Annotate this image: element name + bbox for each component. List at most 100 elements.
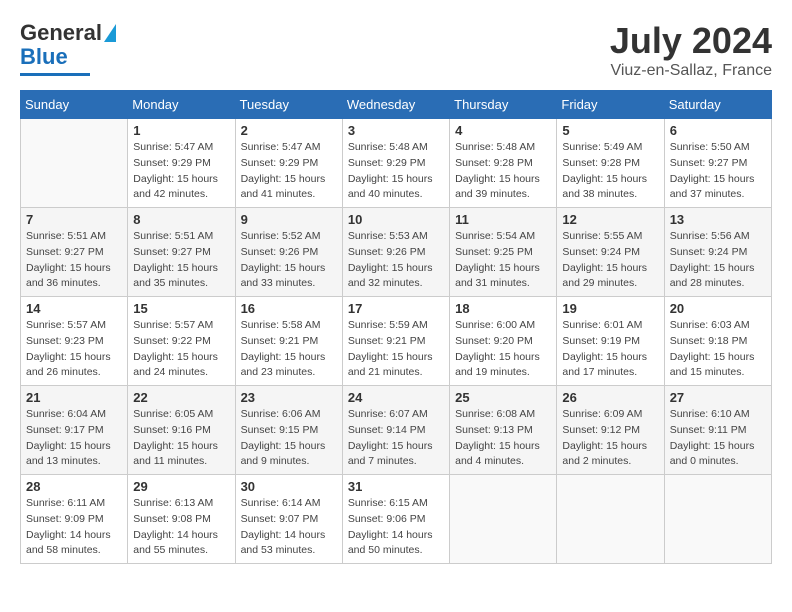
day-number: 2 bbox=[241, 123, 337, 138]
day-info: Sunrise: 5:52 AMSunset: 9:26 PMDaylight:… bbox=[241, 229, 337, 292]
calendar-cell bbox=[21, 119, 128, 208]
day-number: 13 bbox=[670, 212, 766, 227]
logo: General Blue bbox=[20, 20, 116, 76]
day-number: 30 bbox=[241, 479, 337, 494]
calendar-cell: 21 Sunrise: 6:04 AMSunset: 9:17 PMDayligh… bbox=[21, 386, 128, 475]
calendar-table: SundayMondayTuesdayWednesdayThursdayFrid… bbox=[20, 90, 772, 564]
day-info: Sunrise: 5:57 AMSunset: 9:23 PMDaylight:… bbox=[26, 318, 122, 381]
day-number: 5 bbox=[562, 123, 658, 138]
day-info: Sunrise: 5:48 AMSunset: 9:29 PMDaylight:… bbox=[348, 140, 444, 203]
day-number: 3 bbox=[348, 123, 444, 138]
calendar-cell: 14 Sunrise: 5:57 AMSunset: 9:23 PMDayligh… bbox=[21, 297, 128, 386]
day-info: Sunrise: 5:48 AMSunset: 9:28 PMDaylight:… bbox=[455, 140, 551, 203]
calendar-cell: 12Sunrise: 5:55 AMSunset: 9:24 PMDayligh… bbox=[557, 208, 664, 297]
calendar-cell: 27 Sunrise: 6:10 AMSunset: 9:11 PMDayligh… bbox=[664, 386, 771, 475]
day-info: Sunrise: 5:51 AMSunset: 9:27 PMDaylight:… bbox=[26, 229, 122, 292]
calendar-cell: 4Sunrise: 5:48 AMSunset: 9:28 PMDaylight… bbox=[450, 119, 557, 208]
logo-text-general: General bbox=[20, 20, 102, 46]
day-number: 20 bbox=[670, 301, 766, 316]
day-info: Sunrise: 6:10 AMSunset: 9:11 PMDaylight:… bbox=[670, 407, 766, 470]
day-info: Sunrise: 6:08 AMSunset: 9:13 PMDaylight:… bbox=[455, 407, 551, 470]
column-header-thursday: Thursday bbox=[450, 91, 557, 119]
day-info: Sunrise: 5:56 AMSunset: 9:24 PMDaylight:… bbox=[670, 229, 766, 292]
calendar-cell bbox=[557, 475, 664, 564]
column-header-saturday: Saturday bbox=[664, 91, 771, 119]
location: Viuz-en-Sallaz, France bbox=[610, 62, 772, 80]
calendar-cell: 13 Sunrise: 5:56 AMSunset: 9:24 PMDayligh… bbox=[664, 208, 771, 297]
day-number: 6 bbox=[670, 123, 766, 138]
day-number: 25 bbox=[455, 390, 551, 405]
calendar-cell: 10 Sunrise: 5:53 AMSunset: 9:26 PMDayligh… bbox=[342, 208, 449, 297]
calendar-cell: 20Sunrise: 6:03 AMSunset: 9:18 PMDayligh… bbox=[664, 297, 771, 386]
calendar-cell: 19 Sunrise: 6:01 AMSunset: 9:19 PMDayligh… bbox=[557, 297, 664, 386]
day-info: Sunrise: 5:59 AMSunset: 9:21 PMDaylight:… bbox=[348, 318, 444, 381]
day-info: Sunrise: 6:04 AMSunset: 9:17 PMDaylight:… bbox=[26, 407, 122, 470]
calendar-cell: 16 Sunrise: 5:58 AMSunset: 9:21 PMDayligh… bbox=[235, 297, 342, 386]
day-number: 8 bbox=[133, 212, 229, 227]
calendar-cell: 6 Sunrise: 5:50 AMSunset: 9:27 PMDaylight… bbox=[664, 119, 771, 208]
day-info: Sunrise: 6:00 AMSunset: 9:20 PMDaylight:… bbox=[455, 318, 551, 381]
logo-text-blue: Blue bbox=[20, 44, 68, 70]
calendar-cell: 1Sunrise: 5:47 AMSunset: 9:29 PMDaylight… bbox=[128, 119, 235, 208]
day-number: 15 bbox=[133, 301, 229, 316]
day-info: Sunrise: 6:01 AMSunset: 9:19 PMDaylight:… bbox=[562, 318, 658, 381]
calendar-cell: 18 Sunrise: 6:00 AMSunset: 9:20 PMDayligh… bbox=[450, 297, 557, 386]
calendar-cell: 3 Sunrise: 5:48 AMSunset: 9:29 PMDaylight… bbox=[342, 119, 449, 208]
page-header: General Blue July 2024 Viuz-en-Sallaz, F… bbox=[20, 20, 772, 80]
calendar-cell: 7 Sunrise: 5:51 AMSunset: 9:27 PMDaylight… bbox=[21, 208, 128, 297]
calendar-cell: 23 Sunrise: 6:06 AMSunset: 9:15 PMDayligh… bbox=[235, 386, 342, 475]
column-header-tuesday: Tuesday bbox=[235, 91, 342, 119]
day-info: Sunrise: 6:13 AMSunset: 9:08 PMDaylight:… bbox=[133, 496, 229, 559]
day-number: 17 bbox=[348, 301, 444, 316]
calendar-header-row: SundayMondayTuesdayWednesdayThursdayFrid… bbox=[21, 91, 772, 119]
day-number: 23 bbox=[241, 390, 337, 405]
calendar-cell: 17 Sunrise: 5:59 AMSunset: 9:21 PMDayligh… bbox=[342, 297, 449, 386]
day-info: Sunrise: 5:47 AMSunset: 9:29 PMDaylight:… bbox=[133, 140, 229, 203]
day-info: Sunrise: 5:51 AMSunset: 9:27 PMDaylight:… bbox=[133, 229, 229, 292]
day-number: 16 bbox=[241, 301, 337, 316]
calendar-week-row: 7 Sunrise: 5:51 AMSunset: 9:27 PMDaylight… bbox=[21, 208, 772, 297]
calendar-cell: 26 Sunrise: 6:09 AMSunset: 9:12 PMDayligh… bbox=[557, 386, 664, 475]
day-number: 12 bbox=[562, 212, 658, 227]
day-info: Sunrise: 6:09 AMSunset: 9:12 PMDaylight:… bbox=[562, 407, 658, 470]
column-header-wednesday: Wednesday bbox=[342, 91, 449, 119]
day-number: 28 bbox=[26, 479, 122, 494]
day-info: Sunrise: 5:58 AMSunset: 9:21 PMDaylight:… bbox=[241, 318, 337, 381]
calendar-cell bbox=[664, 475, 771, 564]
day-number: 27 bbox=[670, 390, 766, 405]
day-number: 29 bbox=[133, 479, 229, 494]
day-number: 18 bbox=[455, 301, 551, 316]
calendar-cell: 2Sunrise: 5:47 AMSunset: 9:29 PMDaylight… bbox=[235, 119, 342, 208]
calendar-cell: 29 Sunrise: 6:13 AMSunset: 9:08 PMDayligh… bbox=[128, 475, 235, 564]
day-info: Sunrise: 5:54 AMSunset: 9:25 PMDaylight:… bbox=[455, 229, 551, 292]
column-header-sunday: Sunday bbox=[21, 91, 128, 119]
logo-triangle-icon bbox=[104, 24, 116, 42]
day-number: 26 bbox=[562, 390, 658, 405]
calendar-cell: 30Sunrise: 6:14 AMSunset: 9:07 PMDayligh… bbox=[235, 475, 342, 564]
day-number: 24 bbox=[348, 390, 444, 405]
day-info: Sunrise: 6:11 AMSunset: 9:09 PMDaylight:… bbox=[26, 496, 122, 559]
day-number: 31 bbox=[348, 479, 444, 494]
day-info: Sunrise: 6:05 AMSunset: 9:16 PMDaylight:… bbox=[133, 407, 229, 470]
column-header-monday: Monday bbox=[128, 91, 235, 119]
day-info: Sunrise: 5:50 AMSunset: 9:27 PMDaylight:… bbox=[670, 140, 766, 203]
logo-underline bbox=[20, 73, 90, 76]
day-number: 9 bbox=[241, 212, 337, 227]
day-info: Sunrise: 6:06 AMSunset: 9:15 PMDaylight:… bbox=[241, 407, 337, 470]
calendar-cell: 5 Sunrise: 5:49 AMSunset: 9:28 PMDaylight… bbox=[557, 119, 664, 208]
title-section: July 2024 Viuz-en-Sallaz, France bbox=[610, 20, 772, 80]
month-title: July 2024 bbox=[610, 20, 772, 62]
day-number: 10 bbox=[348, 212, 444, 227]
calendar-week-row: 14 Sunrise: 5:57 AMSunset: 9:23 PMDayligh… bbox=[21, 297, 772, 386]
day-number: 7 bbox=[26, 212, 122, 227]
calendar-cell: 24Sunrise: 6:07 AMSunset: 9:14 PMDayligh… bbox=[342, 386, 449, 475]
day-number: 22 bbox=[133, 390, 229, 405]
day-info: Sunrise: 5:53 AMSunset: 9:26 PMDaylight:… bbox=[348, 229, 444, 292]
calendar-cell: 25 Sunrise: 6:08 AMSunset: 9:13 PMDayligh… bbox=[450, 386, 557, 475]
calendar-week-row: 1Sunrise: 5:47 AMSunset: 9:29 PMDaylight… bbox=[21, 119, 772, 208]
day-number: 19 bbox=[562, 301, 658, 316]
calendar-cell: 8 Sunrise: 5:51 AMSunset: 9:27 PMDaylight… bbox=[128, 208, 235, 297]
day-number: 21 bbox=[26, 390, 122, 405]
day-number: 14 bbox=[26, 301, 122, 316]
day-info: Sunrise: 5:49 AMSunset: 9:28 PMDaylight:… bbox=[562, 140, 658, 203]
